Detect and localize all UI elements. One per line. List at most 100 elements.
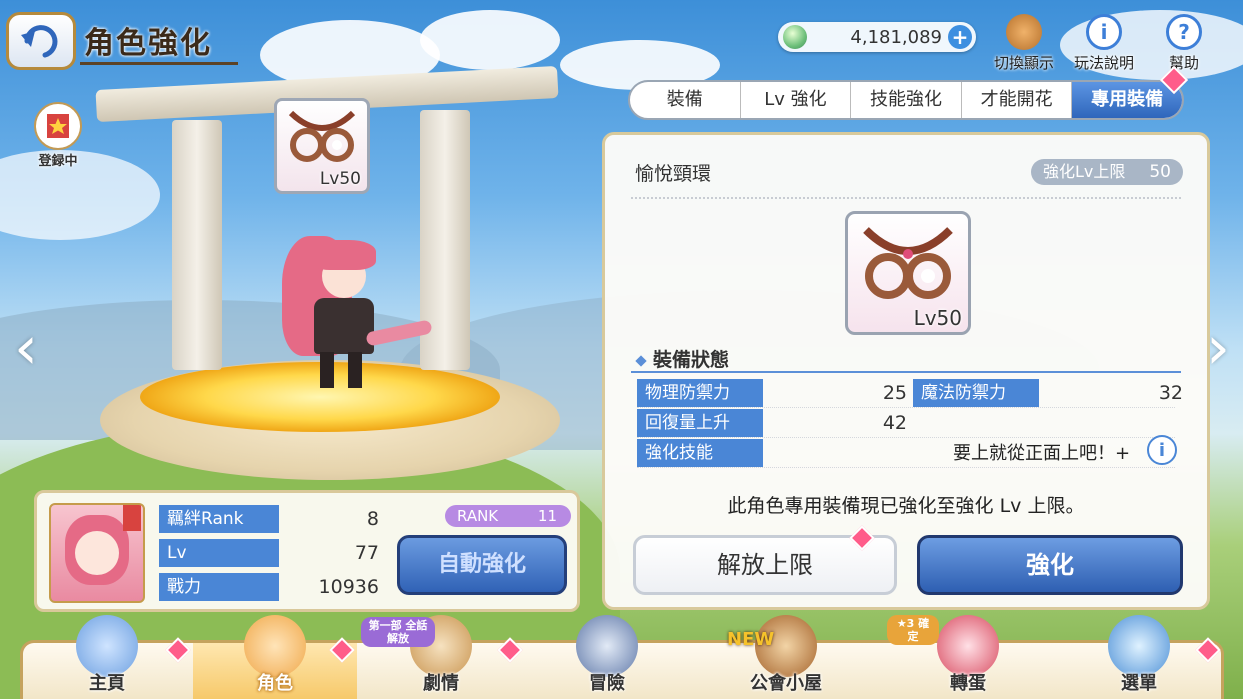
nav-story-label: 劇情 (423, 673, 459, 694)
how-to-play-button[interactable]: i 玩法說明 (1074, 14, 1134, 73)
nav-story[interactable]: 第一部 全話解放 劇情 (359, 615, 523, 699)
rank-value: 11 (537, 507, 557, 525)
previous-character-button[interactable]: ‹ (8, 318, 44, 382)
unique-equipment-panel: 愉悅頸環 強化Lv上限 50 Lv50 裝備狀態 物理防禦力 25 魔法防禦力 (602, 132, 1210, 610)
physical-defense-value: 25 (882, 382, 907, 404)
hp-recovery-value: 42 (882, 412, 907, 434)
auto-enhance-button[interactable]: 自動強化 (397, 535, 567, 595)
equipment-name: 愉悅頸環 (635, 163, 712, 185)
divider (637, 437, 1175, 438)
nav-home[interactable]: 主頁 (23, 615, 191, 699)
nav-character-label: 角色 (257, 673, 293, 694)
power-row: 戰力 10936 (159, 573, 379, 601)
equipment-status-title: 裝備狀態 (653, 349, 730, 371)
notification-gem-icon (1195, 637, 1221, 663)
equipment-level-label: Lv50 (319, 169, 361, 189)
back-arrow-icon (21, 25, 58, 58)
nav-gacha-label: 轉蛋 (950, 673, 986, 694)
tab-unique-equipment[interactable]: 專用裝備 (1072, 82, 1182, 118)
nav-menu[interactable]: 選單 (1055, 615, 1223, 699)
nav-adventure[interactable]: 冒險 (525, 615, 689, 699)
toggle-display-label: 切換顯示 (994, 54, 1055, 72)
registering-button[interactable]: 登録中 (32, 102, 84, 169)
power-value: 10936 (318, 576, 379, 598)
game-screen: 角色強化 4,181,089 + 切換顯示 i 玩法說明 ? 幫助 登録中 Lv… (0, 0, 1243, 699)
level-cap-label: 強化Lv上限 (1043, 162, 1126, 181)
enhance-button[interactable]: 強化 (917, 535, 1183, 595)
registering-label: 登録中 (38, 154, 78, 169)
bookmark-star-icon (123, 505, 141, 531)
skill-info-button[interactable]: i (1147, 435, 1177, 465)
magic-defense-value: 32 (1158, 382, 1183, 404)
level-row: Lv 77 (159, 539, 379, 567)
nav-adventure-label: 冒險 (589, 673, 625, 694)
enhance-tab-bar: 裝備 Lv 強化 技能強化 才能開花 專用裝備 (628, 80, 1184, 120)
character-outfit (314, 298, 374, 354)
hp-recovery-label: 回復量上升 (637, 409, 763, 437)
rank-label: RANK (457, 507, 499, 525)
nav-guild-house[interactable]: NEW 公會小屋 (691, 615, 881, 699)
tab-talent-bloom[interactable]: 才能開花 (962, 82, 1073, 118)
bond-rank-value: 8 (366, 508, 379, 530)
rank-badge: RANK 11 (445, 505, 571, 527)
gacha-guarantee-badge: ★3 確定 (887, 615, 939, 645)
level-value: 77 (354, 542, 379, 564)
star-badge-icon (34, 102, 82, 150)
magic-defense-label: 魔法防禦力 (913, 379, 1039, 407)
character-leg (348, 352, 362, 388)
nav-home-label: 主頁 (89, 673, 125, 694)
tab-level-up[interactable]: Lv 強化 (741, 82, 852, 118)
physical-defense-label: 物理防禦力 (637, 379, 763, 407)
equipment-thumbnail[interactable]: Lv50 (274, 98, 370, 194)
enhanced-skill-row: 強化技能 (637, 439, 907, 467)
max-level-message: 此角色專用裝備現已強化至強化 Lv 上限。 (727, 495, 1085, 517)
necklace-icon (288, 110, 356, 162)
title-underline (80, 62, 238, 65)
character-leg (320, 352, 334, 388)
castle-icon (76, 615, 138, 677)
tab-skill-enhance[interactable]: 技能強化 (851, 82, 962, 118)
necklace-icon (863, 227, 953, 299)
tab-equipment[interactable]: 裝備 (630, 82, 741, 118)
back-button[interactable] (6, 12, 76, 70)
toggle-display-button[interactable]: 切換顯示 (994, 14, 1054, 73)
new-badge: NEW (727, 629, 775, 650)
bond-rank-row: 羈絆Rank 8 (159, 505, 379, 533)
pillar (172, 120, 222, 370)
notification-gem-icon (165, 637, 191, 663)
character-sprite[interactable] (262, 226, 433, 396)
level-cap-value: 50 (1149, 162, 1171, 182)
hp-recovery-row: 回復量上升 42 (637, 409, 907, 437)
crystal-icon (1108, 615, 1170, 677)
mana-value: 4,181,089 (850, 26, 942, 48)
nav-gacha[interactable]: ★3 確定 轉蛋 (883, 615, 1053, 699)
mana-display: 4,181,089 + (778, 22, 976, 52)
equipment-icon-large[interactable]: Lv50 (845, 211, 971, 335)
notification-gem-icon (329, 637, 355, 663)
nav-menu-label: 選單 (1121, 673, 1157, 694)
divider (637, 407, 1175, 408)
help-button[interactable]: ? 幫助 (1166, 14, 1202, 73)
character-portrait[interactable] (49, 503, 145, 603)
level-label: Lv (159, 539, 279, 567)
divider (631, 197, 1181, 199)
level-cap-badge: 強化Lv上限 50 (1031, 159, 1183, 185)
enhanced-skill-name: 要上就從正面上吧！+ (953, 443, 1131, 464)
page-title: 角色強化 (84, 26, 212, 61)
sword-flag-icon (576, 615, 638, 677)
cloud (420, 10, 560, 70)
character-bangs (310, 240, 376, 270)
nav-character[interactable]: 角色 (193, 615, 357, 699)
how-to-play-label: 玩法說明 (1074, 54, 1135, 72)
info-icon: i (1086, 14, 1122, 50)
story-badge: 第一部 全話解放 (361, 617, 435, 647)
notification-gem-icon (497, 637, 523, 663)
nav-guild-house-label: 公會小屋 (750, 673, 822, 694)
portrait-face (75, 531, 119, 575)
gacha-machine-icon (937, 615, 999, 677)
add-mana-button[interactable]: + (948, 25, 972, 49)
equipment-level-label: Lv50 (913, 306, 962, 330)
toggle-display-icon (1006, 14, 1042, 50)
mana-icon (783, 25, 807, 49)
diamond-bullet-icon (635, 354, 647, 367)
